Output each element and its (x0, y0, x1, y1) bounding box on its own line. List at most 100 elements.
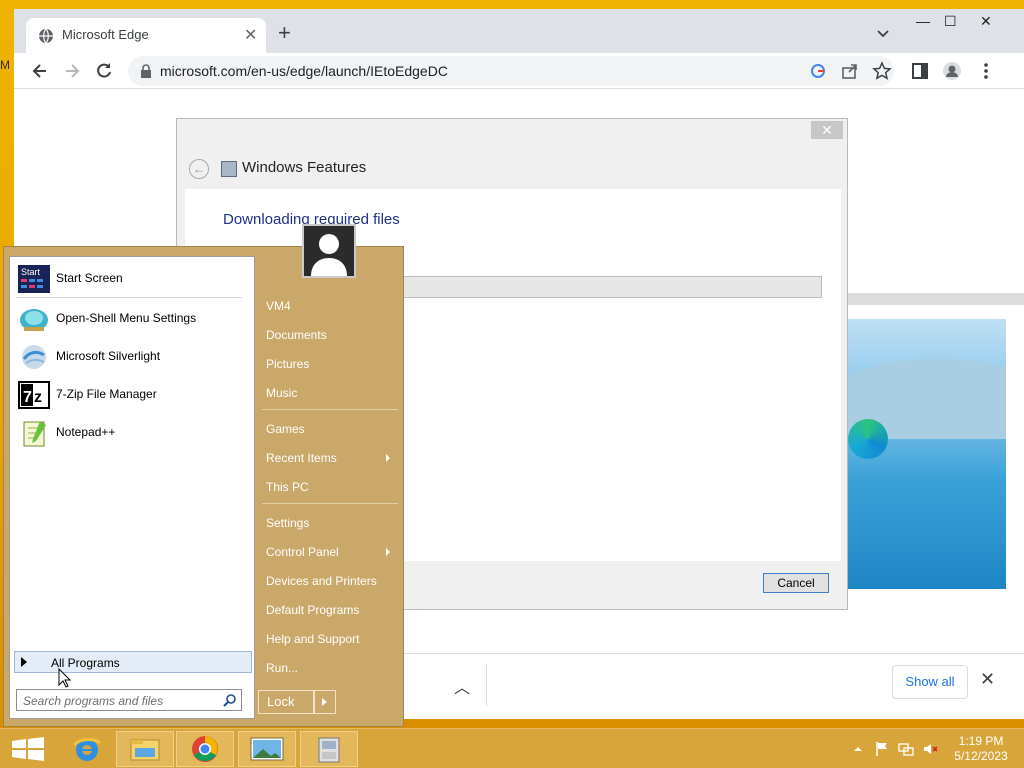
7zip-icon: 7z (18, 381, 50, 409)
google-lens-icon[interactable] (808, 61, 828, 81)
chrome-icon (192, 736, 218, 762)
network-icon[interactable] (898, 741, 914, 757)
silverlight-icon (22, 345, 46, 369)
image-viewer-icon (250, 737, 284, 761)
internet-explorer-icon (72, 738, 102, 761)
control-panel-arrow-icon (386, 548, 390, 556)
start-place-devices-printers[interactable]: Devices and Printers (266, 574, 377, 588)
download-bar-divider (486, 664, 487, 706)
new-tab-button[interactable]: + (278, 22, 291, 44)
all-programs-arrow-icon (21, 657, 27, 667)
start-item-7zip[interactable]: 7z 7-Zip File Manager (14, 379, 250, 411)
clock-date: 5/12/2023 (954, 749, 1008, 763)
mouse-cursor-icon (58, 668, 72, 688)
close-window-button[interactable]: ✕ (980, 13, 992, 30)
image-viewer-button[interactable] (238, 731, 296, 767)
start-place-vm4[interactable]: VM4 (266, 299, 291, 313)
chevron-up-icon[interactable]: ︿ (454, 674, 470, 698)
taskbar: 1:19 PM 5/12/2023 (0, 728, 1024, 768)
clock-time: 1:19 PM (958, 734, 1004, 748)
volume-muted-icon[interactable] (922, 741, 938, 757)
windows-features-icon (221, 161, 237, 177)
dialog-close-button[interactable]: ✕ (811, 121, 843, 139)
start-item-label: Open-Shell Menu Settings (56, 311, 197, 325)
toolbar: microsoft.com/en-us/edge/launch/IEtoEdge… (14, 53, 1024, 89)
show-hidden-icons-chevron-icon[interactable] (850, 741, 866, 757)
hero-divider (846, 293, 1024, 305)
chrome-button[interactable] (176, 731, 234, 767)
file-explorer-icon (130, 739, 160, 761)
open-shell-icon (20, 309, 48, 331)
start-item-notepadpp[interactable]: Notepad++ (14, 417, 250, 449)
tab-close-icon[interactable]: ✕ (244, 25, 257, 45)
shutdown-arrow-icon (322, 698, 327, 706)
share-icon[interactable] (840, 61, 860, 81)
back-arrow-icon[interactable] (30, 61, 50, 81)
start-item-start-screen[interactable]: Start Start Screen (14, 263, 250, 295)
recent-items-arrow-icon (386, 454, 390, 462)
start-menu-programs-pane: Start Start Screen Open-Shell Menu Setti… (9, 256, 255, 719)
show-all-button[interactable]: Show all (892, 665, 968, 699)
file-explorer-button[interactable] (116, 731, 174, 767)
start-place-control-panel[interactable]: Control Panel (266, 545, 339, 559)
start-place-documents[interactable]: Documents (266, 328, 327, 342)
start-place-recent-items[interactable]: Recent Items (266, 451, 337, 465)
all-programs-button[interactable]: All Programs (14, 651, 252, 673)
address-bar[interactable]: microsoft.com/en-us/edge/launch/IEtoEdge… (128, 56, 894, 86)
download-bar-close-icon[interactable]: ✕ (980, 669, 995, 690)
clock[interactable]: 1:19 PM 5/12/2023 (944, 734, 1018, 764)
minimize-button[interactable]: — (916, 13, 930, 29)
tab-microsoft-edge[interactable]: Microsoft Edge ✕ (26, 18, 266, 53)
tab-title: Microsoft Edge (62, 27, 149, 42)
start-place-default-programs[interactable]: Default Programs (266, 603, 359, 617)
start-place-run[interactable]: Run... (266, 661, 298, 675)
more-menu-icon[interactable] (976, 61, 996, 81)
action-center-flag-icon[interactable] (874, 741, 890, 757)
lock-button[interactable]: Lock (258, 690, 314, 714)
start-place-this-pc[interactable]: This PC (266, 480, 309, 494)
dialog-back-arrow-icon[interactable]: ← (189, 159, 209, 179)
forward-arrow-icon[interactable] (62, 61, 82, 81)
start-place-settings[interactable]: Settings (266, 516, 309, 530)
side-panel-icon[interactable] (910, 61, 930, 81)
svg-text:z: z (34, 389, 42, 406)
svg-text:Start: Start (21, 267, 41, 277)
start-menu: Start Start Screen Open-Shell Menu Setti… (3, 224, 404, 727)
notepadpp-icon (23, 421, 46, 447)
places-separator (262, 409, 398, 410)
search-input[interactable]: Search programs and files (16, 689, 242, 711)
search-icon[interactable] (223, 693, 237, 707)
internet-explorer-button[interactable] (58, 731, 116, 767)
edge-hero-image (848, 319, 1006, 589)
start-item-label: Start Screen (56, 271, 123, 285)
cancel-button[interactable]: Cancel (763, 573, 829, 593)
user-avatar[interactable] (302, 224, 356, 278)
edge-logo-icon (848, 419, 888, 459)
start-item-silverlight[interactable]: Microsoft Silverlight (14, 341, 250, 373)
places-separator (262, 503, 398, 504)
tab-strip: Microsoft Edge ✕ + — ☐ ✕ (14, 9, 1024, 53)
reload-icon[interactable] (94, 61, 114, 81)
start-button[interactable] (0, 731, 58, 767)
profile-avatar-icon[interactable] (942, 61, 962, 81)
start-menu-separator (16, 297, 242, 298)
start-screen-icon: Start (18, 265, 50, 293)
globe-icon (39, 28, 53, 44)
start-item-label: Notepad++ (56, 425, 116, 439)
start-place-pictures[interactable]: Pictures (266, 357, 309, 371)
bookmark-star-icon[interactable] (872, 61, 892, 81)
app-button[interactable] (300, 731, 358, 767)
start-item-open-shell-settings[interactable]: Open-Shell Menu Settings (14, 303, 250, 335)
start-place-help-support[interactable]: Help and Support (266, 632, 359, 646)
user-avatar-icon (304, 226, 354, 276)
lock-icon[interactable] (140, 64, 152, 78)
start-item-label: Microsoft Silverlight (56, 349, 161, 363)
tab-search-chevron-icon[interactable] (876, 27, 890, 41)
search-placeholder: Search programs and files (23, 694, 164, 708)
shutdown-options-button[interactable] (314, 690, 336, 714)
url-text[interactable]: microsoft.com/en-us/edge/launch/IEtoEdge… (160, 63, 448, 79)
app-icon (318, 737, 340, 763)
start-place-music[interactable]: Music (266, 386, 297, 400)
start-place-games[interactable]: Games (266, 422, 305, 436)
maximize-button[interactable]: ☐ (944, 13, 957, 30)
